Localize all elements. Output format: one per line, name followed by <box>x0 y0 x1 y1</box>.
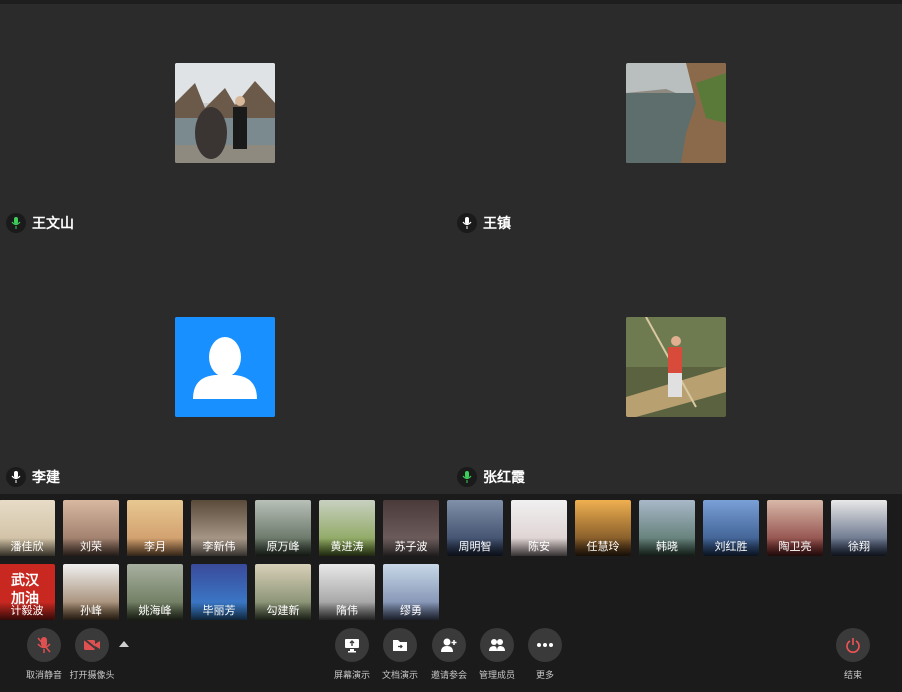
participant-thumbnail[interactable]: 勾建新 <box>255 564 311 620</box>
participant-nameplate: 王镇 <box>457 213 511 233</box>
thumbnail-name: 陶卫亮 <box>767 538 823 556</box>
participant-thumbnail[interactable]: 苏子波 <box>383 500 439 556</box>
thumbnail-name: 计毅波 <box>0 602 55 620</box>
thumbnail-name: 刘荣 <box>63 538 119 556</box>
participant-thumbnail[interactable]: 隋伟 <box>319 564 375 620</box>
mic-on-icon <box>457 213 477 233</box>
camera-label: 打开摄像头 <box>69 671 115 681</box>
more-dots-icon <box>528 628 562 662</box>
thumbnail-name: 苏子波 <box>383 538 439 556</box>
participant-thumbnail[interactable]: 任慧玲 <box>575 500 631 556</box>
screen-share-icon <box>335 628 369 662</box>
add-person-icon <box>432 628 466 662</box>
end-meeting-button[interactable]: 结束 <box>821 628 885 681</box>
thumbnail-name: 缪勇 <box>383 602 439 620</box>
participant-photo-bamboo-raft <box>626 317 726 417</box>
participant-thumbnail[interactable]: 陈安 <box>511 500 567 556</box>
participant-thumbnail[interactable]: 姚海峰 <box>127 564 183 620</box>
participant-thumbnail[interactable]: 黄进涛 <box>319 500 375 556</box>
participant-nameplate: 王文山 <box>6 213 74 233</box>
more-label: 更多 <box>535 671 554 681</box>
camera-options-caret-icon[interactable] <box>119 641 129 647</box>
power-icon <box>836 628 870 662</box>
thumbnail-name: 刘红胜 <box>703 538 759 556</box>
video-tile-3[interactable]: 李建 <box>0 258 451 503</box>
participant-thumbnail[interactable]: 周明智 <box>447 500 503 556</box>
default-avatar-icon <box>175 317 275 417</box>
mic-muted-icon <box>27 628 61 662</box>
participant-thumbnail[interactable]: 陶卫亮 <box>767 500 823 556</box>
mic-on-icon <box>6 467 26 487</box>
thumbnail-name: 任慧玲 <box>575 538 631 556</box>
video-tile-2[interactable]: 王镇 <box>451 4 902 249</box>
meeting-toolbar: 取消静音 打开摄像头 屏幕演示 文档演示 邀请参会 管理成员 更多 结束 <box>0 622 902 692</box>
mic-on-icon <box>6 213 26 233</box>
camera-button[interactable]: 打开摄像头 <box>60 628 124 681</box>
participant-name: 张红霞 <box>483 470 525 486</box>
thumbnail-name: 毕丽芳 <box>191 602 247 620</box>
video-grid: 王文山 王镇 李建 张红霞 <box>0 4 902 494</box>
thumbnail-name: 韩晓 <box>639 538 695 556</box>
doc-share-icon <box>383 628 417 662</box>
thumbnail-name: 李新伟 <box>191 538 247 556</box>
thumbnail-name: 徐翔 <box>831 538 887 556</box>
video-tile-1[interactable]: 王文山 <box>0 4 451 249</box>
participant-thumbnail[interactable]: 孙峰 <box>63 564 119 620</box>
thumbnail-name: 姚海峰 <box>127 602 183 620</box>
end-label: 结束 <box>843 671 862 681</box>
participant-thumbnail[interactable]: 潘佳欣 <box>0 500 55 556</box>
participant-name: 王镇 <box>483 216 511 232</box>
participant-name: 王文山 <box>32 216 74 232</box>
participant-nameplate: 张红霞 <box>457 467 525 487</box>
participant-thumbnail[interactable]: 毕丽芳 <box>191 564 247 620</box>
mic-on-icon <box>457 467 477 487</box>
thumbnail-name: 陈安 <box>511 538 567 556</box>
camera-off-icon <box>75 628 109 662</box>
participant-thumbnail-strip: 潘佳欣 刘荣 李月 李新伟 原万峰 黄进涛 苏子波 周明智 陈安 任慧玲 韩晓 … <box>0 494 902 622</box>
thumbnail-name: 周明智 <box>447 538 503 556</box>
thumbnail-name: 原万峰 <box>255 538 311 556</box>
thumbnail-name: 潘佳欣 <box>0 538 55 556</box>
participant-photo-lake-man <box>175 63 275 163</box>
participant-photo-river-cliff <box>626 63 726 163</box>
participant-thumbnail[interactable]: 武汉 加油 计毅波 <box>0 564 55 620</box>
participant-nameplate: 李建 <box>6 467 60 487</box>
participant-thumbnail[interactable]: 缪勇 <box>383 564 439 620</box>
thumbnail-name: 隋伟 <box>319 602 375 620</box>
thumbnail-name: 李月 <box>127 538 183 556</box>
participant-thumbnail[interactable]: 刘红胜 <box>703 500 759 556</box>
members-icon <box>480 628 514 662</box>
participant-thumbnail[interactable]: 韩晓 <box>639 500 695 556</box>
video-tile-4[interactable]: 张红霞 <box>451 258 902 503</box>
participant-thumbnail[interactable]: 刘荣 <box>63 500 119 556</box>
participant-thumbnail[interactable]: 原万峰 <box>255 500 311 556</box>
participant-thumbnail[interactable]: 李新伟 <box>191 500 247 556</box>
thumbnail-name: 孙峰 <box>63 602 119 620</box>
more-button[interactable]: 更多 <box>513 628 577 681</box>
thumbnail-name: 黄进涛 <box>319 538 375 556</box>
participant-thumbnail[interactable]: 李月 <box>127 500 183 556</box>
thumbnail-name: 勾建新 <box>255 602 311 620</box>
participant-name: 李建 <box>32 470 60 486</box>
participant-thumbnail[interactable]: 徐翔 <box>831 500 887 556</box>
